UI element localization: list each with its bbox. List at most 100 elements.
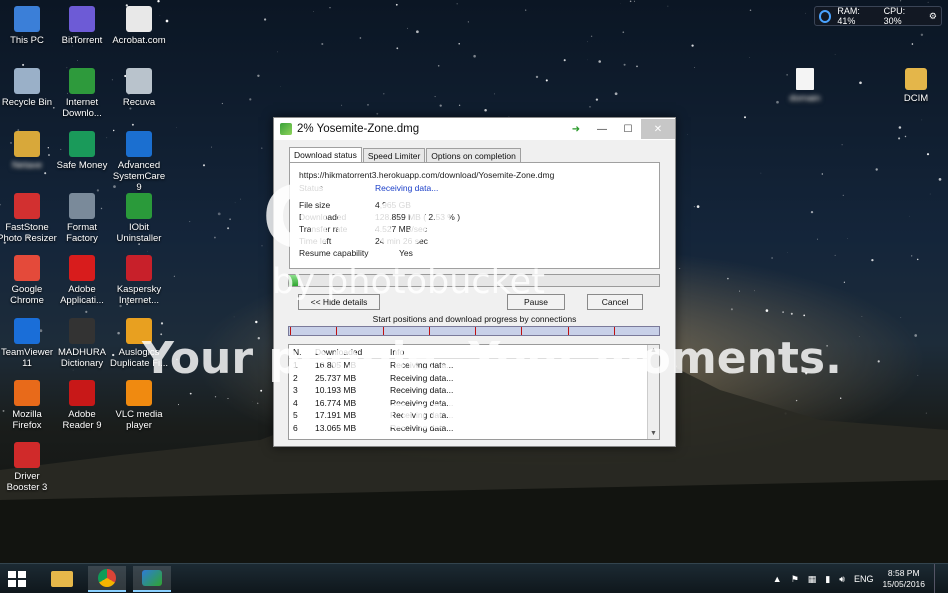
desktop-icon[interactable]: Google Chrome [0,255,57,306]
system-tray: ▲ ⚑ ▦ ▮ 🔊︎ ENG 8:58 PM 15/05/2016 [773,564,948,593]
desktop-icon[interactable]: Acrobat.com [109,6,169,46]
desktop-icon[interactable]: Auslogics Duplicate Fi... [109,317,169,369]
connections-progress-bar [288,326,660,336]
desktop-icon[interactable]: Internet Downlo... [52,68,112,119]
clock-time: 8:58 PM [887,568,920,578]
list-scrollbar[interactable]: ▲ ▼ [647,345,659,439]
window-titlebar[interactable]: 2% Yosemite-Zone.dmg ➜ — ☐ ✕ [274,118,675,140]
cancel-button[interactable]: Cancel [587,294,643,310]
column-header-number[interactable]: N. [289,347,309,357]
desktop-icon-label: FastStone Photo Resizer [0,221,57,244]
status-label: Status [299,183,324,193]
ram-usage: RAM: 41% [837,6,860,26]
minimize-button[interactable]: — [589,119,615,139]
scroll-up-icon[interactable]: ▲ [648,347,659,354]
start-tile [8,580,16,587]
systemcare-icon [126,130,152,157]
desktop-icon-dcim[interactable]: DCIM [886,68,946,104]
desktop-icon[interactable]: Driver Booster 3 [0,442,57,493]
desktop-icon-file[interactable]: domain [775,68,835,104]
desktop-icon[interactable]: FastStone Photo Resizer [0,192,57,244]
battery-icon[interactable]: ▮ [825,574,830,585]
close-button[interactable]: ✕ [641,119,675,139]
desktop-icon[interactable]: Format Factory [52,192,112,244]
settings-icon[interactable]: ⚙ [929,11,937,22]
language-indicator[interactable]: ENG [854,574,874,584]
desktop-icon[interactable]: Adobe Applicati... [52,255,112,306]
desktop-icon-label: Advanced SystemCare 9 [112,159,166,193]
download-progress-window[interactable]: 2% Yosemite-Zone.dmg ➜ — ☐ ✕ Download st… [273,117,676,447]
start-tile [8,571,16,578]
desktop-icon[interactable]: IObit Uninstaller [109,192,169,244]
file-icon [796,68,814,90]
download-url: https://hikmatorrent3.herokuapp.com/down… [299,170,555,180]
taskbar: ▲ ⚑ ▦ ▮ 🔊︎ ENG 8:58 PM 15/05/2016 [0,563,948,593]
clock[interactable]: 8:58 PM 15/05/2016 [882,568,925,590]
teamviewer-icon [14,317,40,344]
volume-icon[interactable]: 🔊︎ [839,574,845,585]
connection-row[interactable]: 4 16.774 MB Receiving data... [289,397,659,410]
connections-title: Start positions and download progress by… [372,314,577,324]
file-size-label: File size [299,200,331,210]
connection-row[interactable]: 6 13.065 MB Receiving data... [289,422,659,435]
dictionary-icon [69,317,95,344]
scroll-down-icon[interactable]: ▼ [648,430,659,437]
connection-downloaded: 16.805 MB [315,360,357,371]
column-header-downloaded[interactable]: Downloaded [309,347,384,357]
desktop-icon[interactable]: Safe Money [52,130,112,171]
hide-details-button[interactable]: << Hide details [298,294,380,310]
connection-row[interactable]: 1 16.805 MB Receiving data... [289,359,659,372]
system-monitor-gadget[interactable]: RAM: 41% CPU: 30% ⚙ [814,6,942,26]
show-desktop-button[interactable] [934,564,938,593]
desktop-icon[interactable]: Recycle Bin [0,68,57,108]
connection-row[interactable]: 5 17.191 MB Receiving data... [289,409,659,422]
desktop-icon[interactable]: Netaxe [0,130,57,171]
network-icon[interactable]: ▦ [808,574,817,585]
connection-row[interactable]: 3 10.193 MB Receiving data... [289,384,659,397]
desktop-icon[interactable]: This PC [0,6,57,46]
connections-list[interactable]: N. Downloaded Info 1 16.805 MB Receiving d… [288,344,660,440]
downloaded-value: 128.859 MB ( 2.53 % ) [375,212,461,222]
desktop-icon-label: Acrobat.com [112,35,166,46]
iobit-icon [126,192,152,219]
action-center-icon[interactable]: ⚑ [791,574,799,585]
firefox-icon [14,379,40,406]
taskbar-chrome[interactable] [88,566,126,592]
desktop-icon[interactable]: Kaspersky Internet... [109,255,169,306]
connection-row[interactable]: 2 25.737 MB Receiving data... [289,372,659,385]
desktop-icon[interactable]: MADHURA Dictionary [52,317,112,369]
taskbar-idm[interactable] [133,566,171,592]
connection-info: Receiving data... [390,410,454,421]
time-left-row: Time left 24 min 26 sec [299,236,428,246]
download-status-panel: https://hikmatorrent3.herokuapp.com/down… [289,162,660,269]
connection-info: Receiving data... [390,397,454,408]
desktop-icon[interactable]: Recuva [109,68,169,108]
connections-header: N. Downloaded Info [289,345,659,359]
gauge-icon [819,9,832,23]
taskbar-file-explorer[interactable] [43,566,81,592]
desktop-icon[interactable]: TeamViewer 11 [0,317,57,369]
show-hidden-icons-icon[interactable]: ▲ [773,574,782,584]
connection-downloaded: 16.774 MB [315,397,357,408]
window-title: 2% Yosemite-Zone.dmg [297,123,420,135]
windows-start-button[interactable] [8,571,26,587]
maximize-button[interactable]: ☐ [615,119,641,139]
vlc-icon [126,379,152,406]
desktop-icon[interactable]: VLC media player [109,379,169,431]
desktop-icon-label: DCIM [903,93,929,104]
column-header-info[interactable]: Info [384,347,659,357]
connection-start-marker [290,327,291,335]
green-arrow-icon[interactable]: ➜ [563,119,589,139]
idm-icon [69,68,95,95]
idm-icon [280,123,292,135]
desktop-icon[interactable]: Mozilla Firefox [0,379,57,431]
desktop-icon[interactable]: BitTorrent [52,6,112,46]
pause-button[interactable]: Pause [507,294,565,310]
desktop-icon-label: domain [789,93,821,104]
transfer-rate-value: 4.527 MB/sec [375,224,427,234]
desktop-icon[interactable]: Advanced SystemCare 9 [109,130,169,193]
connection-info: Receiving data... [390,385,454,396]
time-left-label: Time left [299,236,332,246]
desktop-icon[interactable]: Adobe Reader 9 [52,379,112,431]
adobe-reader-icon [69,379,95,406]
